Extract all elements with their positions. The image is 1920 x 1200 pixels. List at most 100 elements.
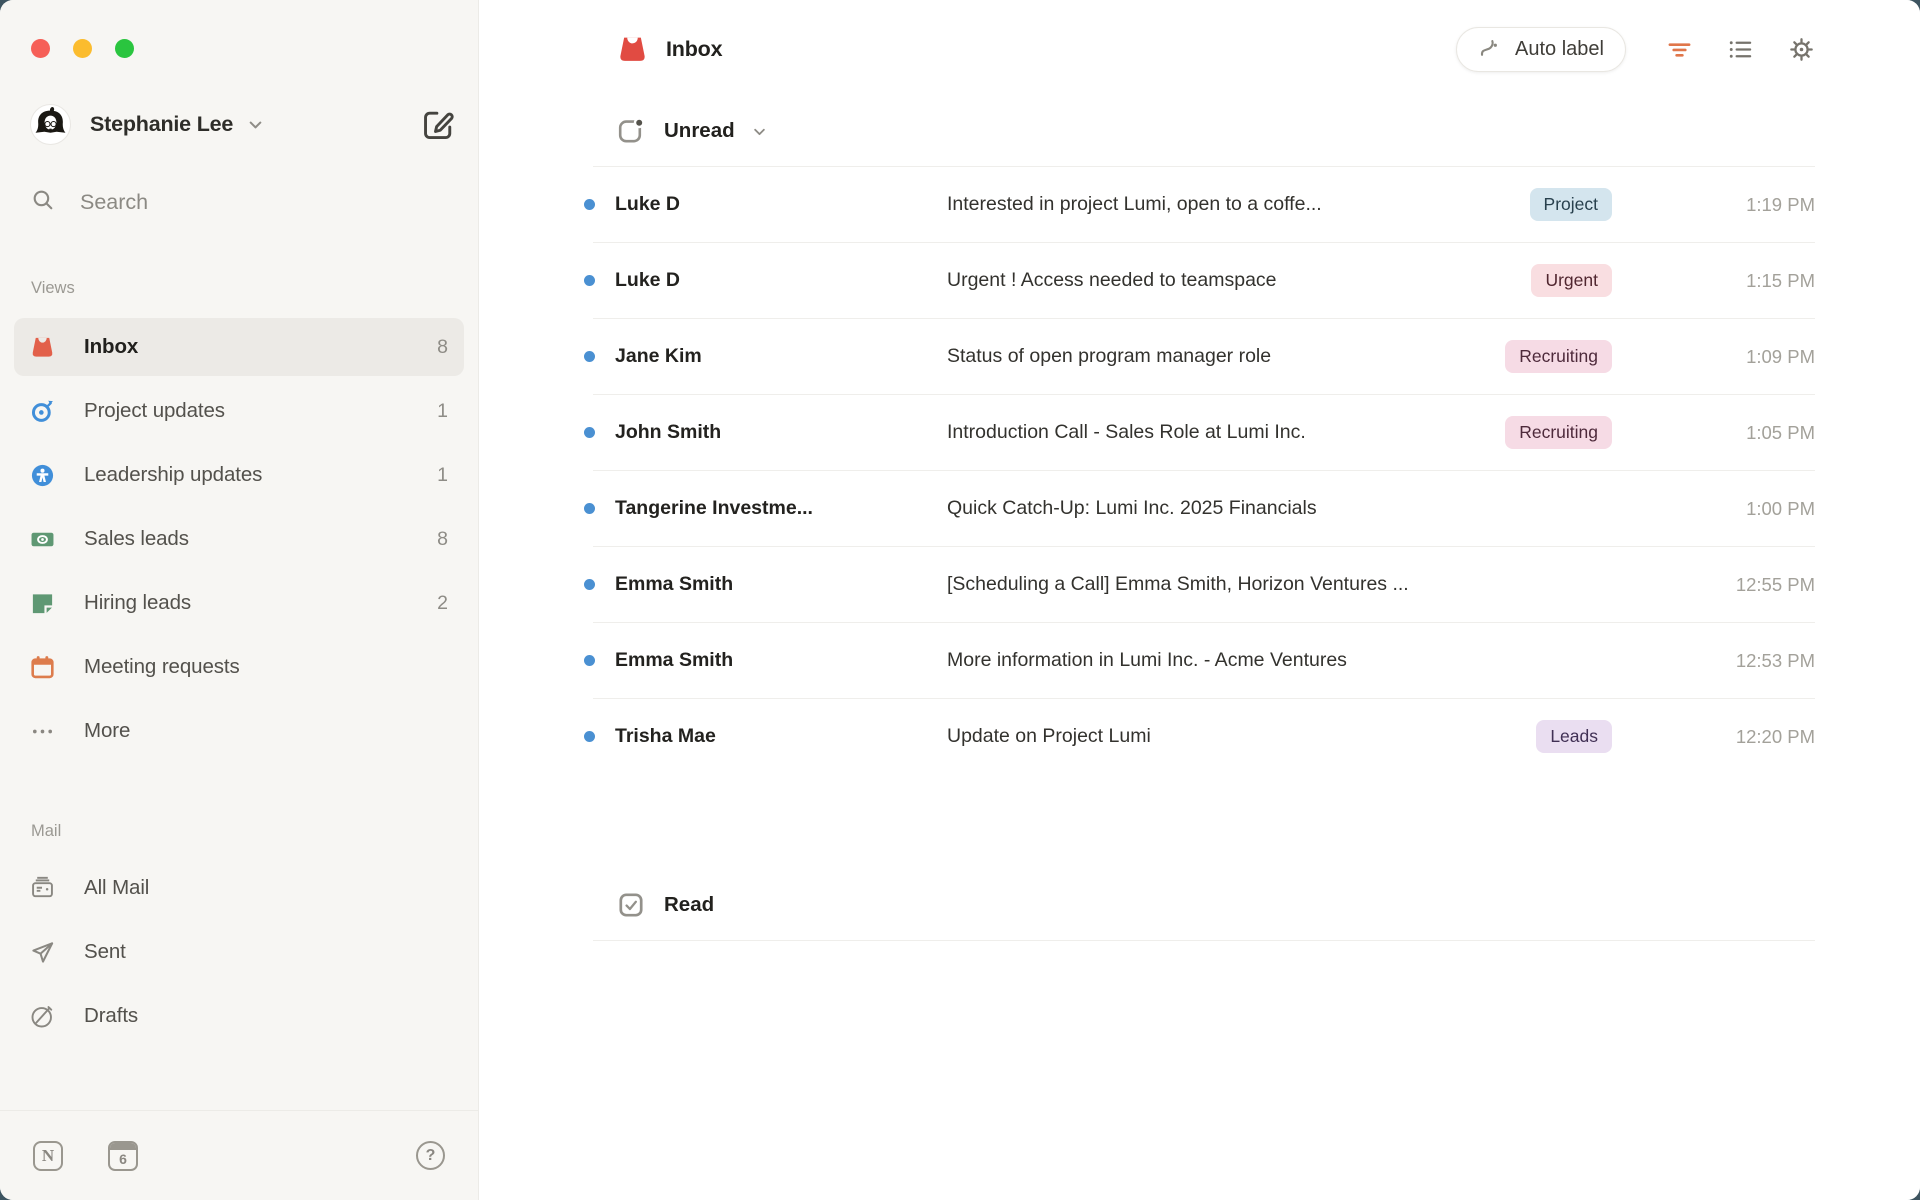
unread-section-header[interactable]: Unread (617, 114, 1815, 148)
unread-section-label: Unread (664, 119, 735, 143)
unread-dot (584, 579, 595, 590)
email-label-badge[interactable]: Leads (1536, 720, 1612, 753)
unread-dot (584, 655, 595, 666)
email-sender: Luke D (593, 269, 947, 292)
email-subject: Introduction Call - Sales Role at Lumi I… (947, 421, 1489, 444)
email-row[interactable]: Emma Smith More information in Lumi Inc.… (593, 622, 1815, 698)
email-list: Luke D Interested in project Lumi, open … (593, 166, 1815, 774)
chevron-down-icon (750, 122, 769, 141)
email-time: 1:15 PM (1612, 270, 1815, 292)
header-actions: Auto label (1456, 27, 1815, 72)
sidebar-item-sales-leads[interactable]: Sales leads 8 (14, 510, 464, 568)
calendar-app-header (110, 1143, 136, 1150)
email-label-badge[interactable]: Recruiting (1505, 416, 1612, 449)
email-time: 1:09 PM (1612, 346, 1815, 368)
sidebar-item-label: Leadership updates (84, 463, 262, 487)
email-subject: [Scheduling a Call] Emma Smith, Horizon … (947, 573, 1612, 596)
email-time: 1:19 PM (1612, 194, 1815, 216)
email-sender: Luke D (593, 193, 947, 216)
sidebar-item-meeting-requests[interactable]: Meeting requests (14, 638, 464, 696)
unread-dot (584, 503, 595, 514)
sidebar-item-drafts[interactable]: Drafts (14, 987, 464, 1045)
inbox-icon (30, 335, 55, 360)
window-controls (0, 0, 478, 58)
minimize-window-button[interactable] (73, 39, 92, 58)
email-subject: Interested in project Lumi, open to a co… (947, 193, 1514, 216)
help-icon[interactable]: ? (416, 1141, 445, 1170)
sidebar-footer: N 6 ? (0, 1110, 478, 1200)
sidebar-item-inbox[interactable]: Inbox 8 (14, 318, 464, 376)
email-sender: Trisha Mae (593, 725, 947, 748)
list-view-icon[interactable] (1727, 36, 1754, 63)
email-row[interactable]: Jane Kim Status of open program manager … (593, 318, 1815, 394)
sidebar-item-more[interactable]: More (14, 702, 464, 760)
sidebar-item-label: Inbox (84, 335, 138, 359)
sidebar-item-label: Hiring leads (84, 591, 191, 615)
chevron-down-icon (245, 114, 266, 135)
email-row[interactable]: Emma Smith [Scheduling a Call] Emma Smit… (593, 546, 1815, 622)
main-content: Inbox Auto label (479, 0, 1920, 1200)
sidebar-item-label: Meeting requests (84, 655, 240, 679)
search-placeholder: Search (80, 190, 148, 215)
gear-icon[interactable] (1788, 36, 1815, 63)
email-time: 12:53 PM (1612, 650, 1815, 672)
app-window: Stephanie Lee Search Views (0, 0, 1920, 1200)
email-label-badge[interactable]: Urgent (1531, 264, 1612, 297)
email-sender: Tangerine Investme... (593, 497, 947, 520)
sidebar-item-count: 8 (437, 528, 448, 551)
sidebar-item-count: 1 (437, 400, 448, 423)
email-time: 12:55 PM (1612, 574, 1815, 596)
unread-dot (584, 427, 595, 438)
main-header: Inbox Auto label (617, 26, 1815, 72)
email-row[interactable]: John Smith Introduction Call - Sales Rol… (593, 394, 1815, 470)
email-row[interactable]: Luke D Urgent ! Access needed to teamspa… (593, 242, 1815, 318)
sidebar-item-hiring-leads[interactable]: Hiring leads 2 (14, 574, 464, 632)
email-row[interactable]: Tangerine Investme... Quick Catch-Up: Lu… (593, 470, 1815, 546)
notion-logo-icon[interactable]: N (33, 1141, 63, 1171)
unread-dot (584, 199, 595, 210)
email-label-badge[interactable]: Project (1530, 188, 1612, 221)
close-window-button[interactable] (31, 39, 50, 58)
email-row[interactable]: Trisha Mae Update on Project Lumi Leads … (593, 698, 1815, 774)
email-time: 1:05 PM (1612, 422, 1815, 444)
email-sender: Emma Smith (593, 573, 947, 596)
note-icon (30, 591, 55, 616)
all-mail-icon (30, 876, 55, 901)
sidebar-item-label: Drafts (84, 1004, 138, 1028)
email-time: 12:20 PM (1612, 726, 1815, 748)
calendar-app-icon[interactable]: 6 (108, 1141, 138, 1171)
more-icon (30, 719, 55, 744)
email-row[interactable]: Luke D Interested in project Lumi, open … (593, 166, 1815, 242)
unread-dot (584, 351, 595, 362)
sidebar-item-sent[interactable]: Sent (14, 923, 464, 981)
read-checkbox-icon (617, 891, 645, 919)
filter-icon[interactable] (1666, 36, 1693, 63)
read-section-header[interactable]: Read (617, 890, 1815, 920)
email-subject: Urgent ! Access needed to teamspace (947, 269, 1515, 292)
page-title: Inbox (666, 37, 722, 62)
read-section-label: Read (664, 893, 714, 917)
email-time: 1:00 PM (1612, 498, 1815, 520)
auto-label-button-label: Auto label (1515, 38, 1604, 61)
sidebar-item-project-updates[interactable]: Project updates 1 (14, 382, 464, 440)
unread-status-icon (617, 117, 645, 145)
unread-dot (584, 731, 595, 742)
sidebar-item-label: All Mail (84, 876, 149, 900)
account-switcher[interactable]: Stephanie Lee (30, 104, 456, 145)
compose-icon[interactable] (420, 107, 456, 143)
sidebar-item-leadership-updates[interactable]: Leadership updates 1 (14, 446, 464, 504)
inbox-icon (617, 34, 648, 65)
auto-label-button[interactable]: Auto label (1456, 27, 1626, 72)
read-section-divider (593, 940, 1815, 941)
views-list: Inbox 8 Project updates 1 (14, 318, 464, 760)
email-label-badge[interactable]: Recruiting (1505, 340, 1612, 373)
search-input[interactable]: Search (31, 188, 454, 217)
zoom-window-button[interactable] (115, 39, 134, 58)
sidebar-item-count: 1 (437, 464, 448, 487)
email-subject: Status of open program manager role (947, 345, 1489, 368)
money-icon (30, 527, 55, 552)
sidebar-item-count: 2 (437, 592, 448, 615)
email-subject: Quick Catch-Up: Lumi Inc. 2025 Financial… (947, 497, 1612, 520)
sidebar-item-all-mail[interactable]: All Mail (14, 859, 464, 917)
email-subject: More information in Lumi Inc. - Acme Ven… (947, 649, 1612, 672)
